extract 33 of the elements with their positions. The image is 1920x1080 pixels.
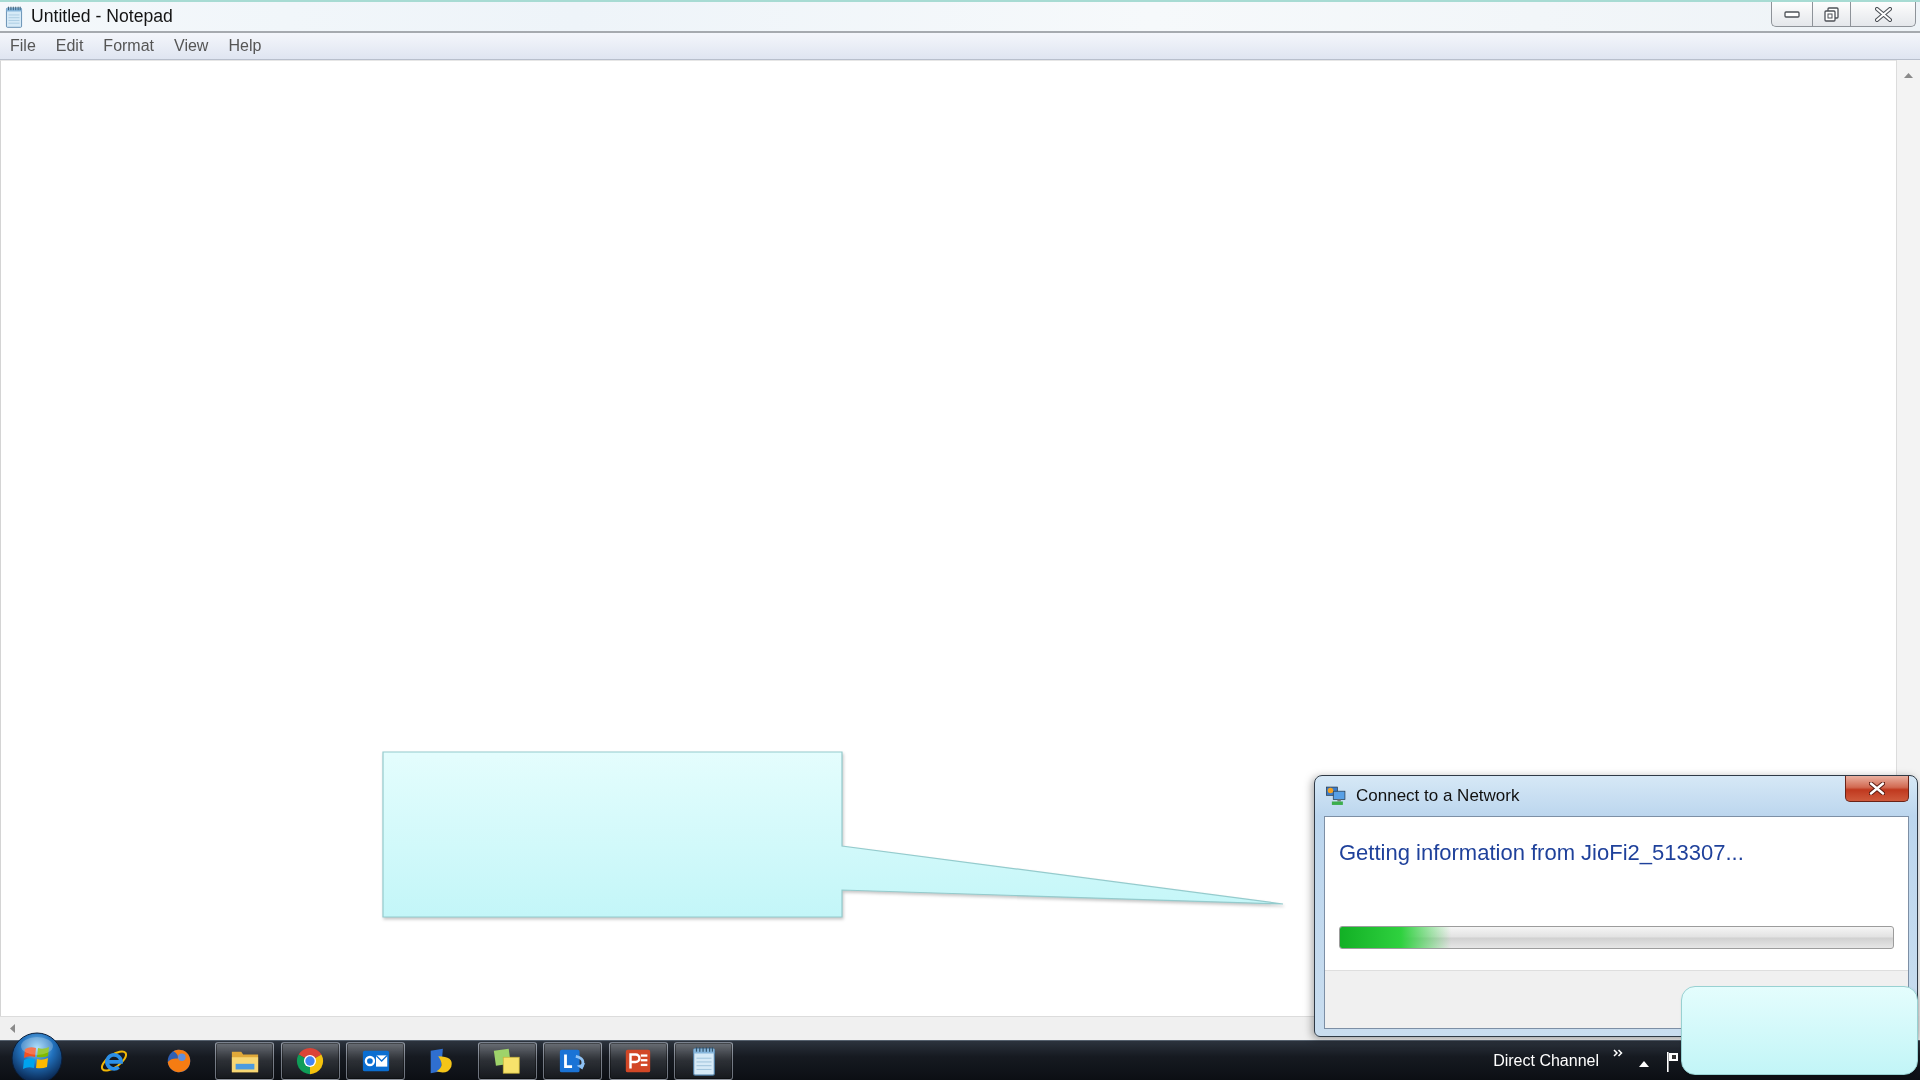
triangle-up-icon[interactable] [1639, 1060, 1649, 1067]
menu-item[interactable]: Help [218, 37, 272, 55]
status-message: Getting information from JioFi2_513307... [1339, 840, 1745, 866]
notepad-icon [3, 5, 25, 28]
taskbar-app-button[interactable] [346, 1041, 406, 1080]
minimize-icon [1784, 10, 1800, 18]
taskbar-app-button[interactable] [215, 1041, 275, 1080]
chevron-icon[interactable] [1613, 1049, 1623, 1057]
taskbar-app-button[interactable] [674, 1041, 734, 1080]
toolbar-label: Direct Channel [1493, 1051, 1599, 1070]
taskbar-app-button[interactable] [477, 1041, 537, 1080]
menu-item[interactable]: View [164, 37, 219, 55]
window-title: Untitled - Notepad [31, 6, 173, 27]
close-button[interactable] [1850, 2, 1916, 27]
close-icon [1869, 782, 1885, 795]
start-button[interactable] [11, 1032, 63, 1080]
taskbar-app-button[interactable] [608, 1041, 668, 1080]
minimize-button[interactable] [1771, 2, 1812, 27]
dialog-title: Connect to a Network [1356, 786, 1520, 806]
restore-icon [1824, 6, 1839, 22]
ring-logo-icon [295, 1045, 326, 1076]
menu-item[interactable]: Edit [45, 37, 94, 55]
four-pane-logo-icon [11, 1032, 63, 1080]
menu-item[interactable]: Format [93, 37, 165, 55]
taskbar-app-button[interactable] [280, 1041, 340, 1080]
network-icon [1325, 785, 1347, 807]
taskbar-app-button[interactable] [543, 1041, 603, 1080]
menu-item[interactable]: File [0, 37, 46, 55]
close-button[interactable] [1845, 776, 1909, 802]
flag-icon[interactable] [1667, 1051, 1679, 1072]
triangle-left-icon[interactable] [10, 1024, 15, 1033]
restore-button[interactable] [1812, 2, 1850, 27]
close-icon [1874, 6, 1892, 22]
